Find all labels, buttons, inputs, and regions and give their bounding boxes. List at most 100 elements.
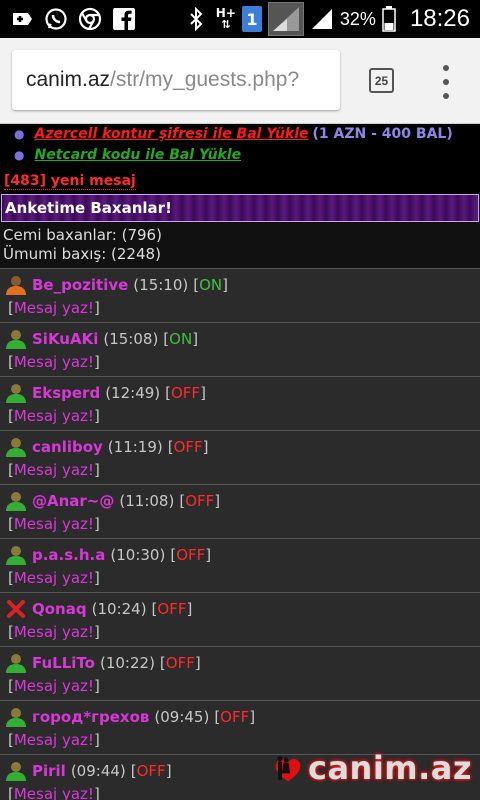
visit-time: (15:10) bbox=[133, 276, 189, 294]
guest-info: Qonaq (10:24) [OFF] bbox=[4, 597, 476, 621]
guest-name-link[interactable]: Eksperd bbox=[32, 384, 100, 402]
visit-time: (11:19) bbox=[107, 438, 163, 456]
total-views: Ümumi baxış: (2248) bbox=[3, 245, 161, 263]
tab-switcher-button[interactable]: 25 bbox=[369, 68, 394, 93]
online-status: [ON] bbox=[193, 276, 228, 294]
guest-row: @Anar~@ (11:08) [OFF] [Mesaj yaz!] bbox=[0, 485, 480, 539]
online-status: [ON] bbox=[163, 330, 199, 348]
status-value: OFF bbox=[157, 600, 187, 618]
new-messages-link[interactable]: [483] yeni mesaj bbox=[0, 166, 480, 194]
visit-time: (10:22) bbox=[99, 654, 155, 672]
guest-row: Eksperd (12:49) [OFF] [Mesaj yaz!] bbox=[0, 377, 480, 431]
promo-price-note: (1 AZN - 400 BAL) bbox=[312, 126, 453, 142]
guest-name-link[interactable]: Be_pozitive bbox=[32, 276, 128, 294]
status-value: ON bbox=[169, 330, 193, 348]
azercell-topup-link[interactable]: Azercell kontur şifresi ile Bal Yükle bbox=[34, 124, 308, 145]
status-value: OFF bbox=[176, 546, 206, 564]
guest-name-link[interactable]: canliboy bbox=[32, 438, 103, 456]
bullet-icon: ● bbox=[14, 148, 25, 162]
add-icon bbox=[10, 7, 34, 31]
guest-name-link[interactable]: Piril bbox=[32, 762, 66, 780]
message-row: [Mesaj yaz!] bbox=[8, 515, 100, 533]
visit-time: (11:08) bbox=[119, 492, 175, 510]
guest-row: SiKuAKi (15:08) [ON] [Mesaj yaz!] bbox=[0, 323, 480, 377]
guest-info: Eksperd (12:49) [OFF] bbox=[4, 381, 476, 405]
guest-name-link[interactable]: FuLLiTo bbox=[32, 654, 95, 672]
chrome-icon bbox=[78, 7, 102, 31]
guest-name-link[interactable]: @Anar~@ bbox=[32, 492, 114, 510]
logo-text: canim.az bbox=[307, 749, 472, 787]
message-row: [Mesaj yaz!] bbox=[8, 353, 100, 371]
guest-info: город*грехов (09:45) [OFF] bbox=[4, 705, 476, 729]
online-status: [OFF] bbox=[165, 384, 206, 402]
page-content: ● Azercell kontur şifresi ile Bal Yükle … bbox=[0, 124, 480, 800]
url-path: /str/my_guests.php? bbox=[110, 68, 300, 91]
overflow-menu-icon[interactable] bbox=[438, 65, 454, 99]
online-status: [OFF] bbox=[170, 546, 212, 564]
green-user-icon bbox=[4, 652, 28, 674]
send-message-link[interactable]: Mesaj yaz! bbox=[14, 407, 94, 425]
guest-info: Be_pozitive (15:10) [ON] bbox=[4, 273, 476, 297]
canim-logo: canim.az bbox=[268, 742, 472, 794]
data-arrows-icon: ⇅ bbox=[221, 18, 231, 31]
status-bar: H+ ⇅ 1 32% 18:26 bbox=[0, 0, 480, 38]
facebook-icon bbox=[112, 7, 136, 31]
send-message-link[interactable]: Mesaj yaz! bbox=[14, 353, 94, 371]
guest-name-link[interactable]: Qonaq bbox=[32, 600, 87, 618]
online-status: [OFF] bbox=[151, 600, 193, 618]
red-x-icon bbox=[4, 598, 28, 620]
online-status: [OFF] bbox=[130, 762, 172, 780]
send-message-link[interactable]: Mesaj yaz! bbox=[14, 677, 94, 695]
status-value: OFF bbox=[185, 492, 215, 510]
guest-info: FuLLiTo (10:22) [OFF] bbox=[4, 651, 476, 675]
send-message-link[interactable]: Mesaj yaz! bbox=[14, 785, 94, 800]
guest-row: canliboy (11:19) [OFF] [Mesaj yaz!] bbox=[0, 431, 480, 485]
status-value: OFF bbox=[173, 438, 203, 456]
guest-name-link[interactable]: p.a.s.h.a bbox=[32, 546, 105, 564]
guest-name-link[interactable]: SiKuAKi bbox=[32, 330, 98, 348]
status-value: OFF bbox=[220, 708, 250, 726]
send-message-link[interactable]: Mesaj yaz! bbox=[14, 731, 94, 749]
message-row: [Mesaj yaz!] bbox=[8, 677, 100, 695]
address-bar[interactable]: canim.az/str/my_guests.php? bbox=[12, 50, 340, 110]
send-message-link[interactable]: Mesaj yaz! bbox=[14, 569, 94, 587]
battery-percent: 32% bbox=[339, 8, 376, 29]
whatsapp-icon bbox=[44, 7, 68, 31]
orange-user-icon bbox=[4, 274, 28, 296]
netcard-topup-link[interactable]: Netcard kodu ile Bal Yükle bbox=[34, 145, 241, 166]
total-viewers: Cemi baxanlar: (796) bbox=[3, 226, 162, 244]
list-item: ● Netcard kodu ile Bal Yükle bbox=[14, 145, 480, 166]
send-message-link[interactable]: Mesaj yaz! bbox=[14, 515, 94, 533]
send-message-link[interactable]: Mesaj yaz! bbox=[14, 461, 94, 479]
green-user-icon bbox=[4, 490, 28, 512]
bluetooth-icon bbox=[188, 7, 204, 31]
message-row: [Mesaj yaz!] bbox=[8, 407, 100, 425]
online-status: [OFF] bbox=[167, 438, 209, 456]
message-row: [Mesaj yaz!] bbox=[8, 461, 100, 479]
green-user-icon bbox=[4, 760, 28, 782]
green-user-icon bbox=[4, 436, 28, 458]
guest-list: Be_pozitive (15:10) [ON] [Mesaj yaz!] SiKuAK… bbox=[0, 268, 480, 800]
guest-row: FuLLiTo (10:22) [OFF] [Mesaj yaz!] bbox=[0, 647, 480, 701]
clock: 18:26 bbox=[409, 5, 470, 32]
message-row: [Mesaj yaz!] bbox=[8, 299, 100, 317]
promo-list: ● Azercell kontur şifresi ile Bal Yükle … bbox=[0, 124, 480, 166]
battery-icon bbox=[382, 6, 396, 32]
guest-name-link[interactable]: город*грехов bbox=[32, 708, 149, 726]
guest-info: SiKuAKi (15:08) [ON] bbox=[4, 327, 476, 351]
browser-toolbar: canim.az/str/my_guests.php? 25 bbox=[0, 38, 480, 124]
online-status: [OFF] bbox=[179, 492, 221, 510]
sim-icon: 1 bbox=[241, 6, 262, 32]
bullet-icon: ● bbox=[14, 127, 25, 141]
status-value: OFF bbox=[136, 762, 166, 780]
visit-time: (09:45) bbox=[154, 708, 210, 726]
send-message-link[interactable]: Mesaj yaz! bbox=[14, 299, 94, 317]
couple-heart-icon bbox=[275, 756, 301, 782]
guest-row: Qonaq (10:24) [OFF] [Mesaj yaz!] bbox=[0, 593, 480, 647]
status-value: OFF bbox=[171, 384, 201, 402]
tab-count: 25 bbox=[374, 73, 389, 88]
network-type-icon: H+ ⇅ bbox=[216, 7, 236, 31]
send-message-link[interactable]: Mesaj yaz! bbox=[14, 623, 94, 641]
signal-icon bbox=[310, 7, 334, 31]
list-item: ● Azercell kontur şifresi ile Bal Yükle … bbox=[14, 124, 480, 145]
